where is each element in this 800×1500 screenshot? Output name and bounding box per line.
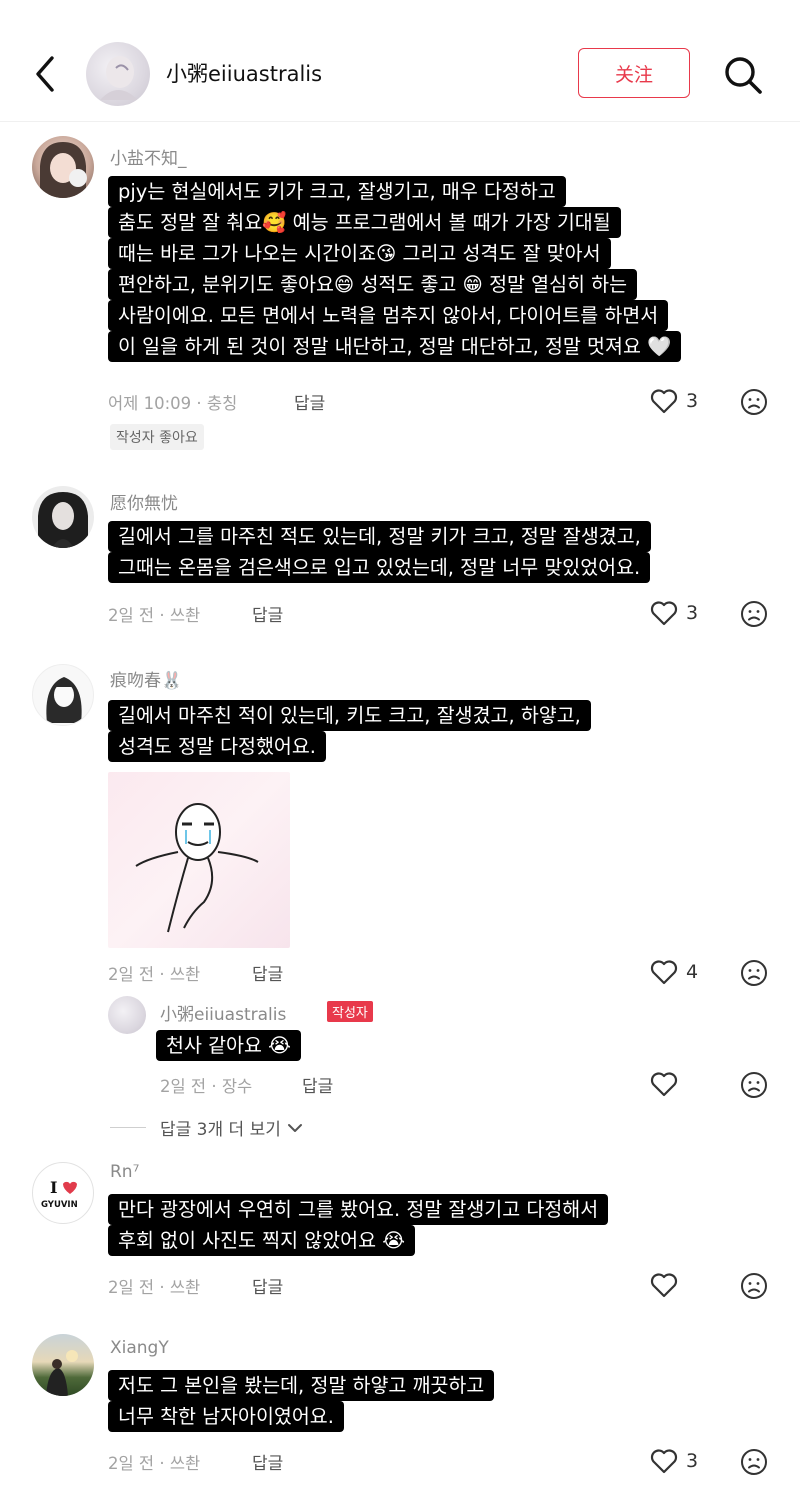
reply-button[interactable]: 답글	[294, 389, 325, 414]
like-button[interactable]	[650, 1272, 678, 1298]
comment-line: 편안하고, 분위기도 좋아요😄 성적도 좋고 😁 정말 열심히 하는	[108, 269, 638, 300]
search-icon	[725, 57, 762, 94]
comment-time: 2일 전 · 쓰촨	[108, 1278, 201, 1297]
comment-text: 만다 광장에서 우연히 그를 봤어요. 정말 잘생기고 다정해서 후회 없이 사…	[108, 1194, 609, 1256]
frown-face-icon	[741, 960, 767, 986]
reply-text: 천사 같아요 😭	[156, 1030, 301, 1061]
like-button[interactable]: 3	[650, 1448, 698, 1474]
top-bar: 小粥eiiuastralis 关注	[0, 0, 800, 122]
sticker-image[interactable]	[108, 772, 290, 948]
comment-line: 길에서 마주친 적이 있는데, 키도 크고, 잘생겼고, 하얗고,	[108, 700, 591, 731]
heart-outline-icon	[650, 1072, 678, 1097]
comment-text: 저도 그 본인을 봤는데, 정말 하얗고 깨끗하고 너무 착한 남자아이였어요.	[108, 1370, 495, 1432]
user-avatar[interactable]: I GYUVIN	[32, 1162, 94, 1224]
like-button[interactable]	[650, 1071, 678, 1097]
reply-username[interactable]: 小粥eiiuastralis	[160, 1000, 286, 1025]
dislike-button[interactable]	[740, 600, 768, 628]
dislike-button[interactable]	[740, 388, 768, 416]
user-avatar[interactable]	[32, 136, 94, 198]
like-button[interactable]: 3	[650, 600, 698, 626]
comment-line: 그때는 온몸을 검은색으로 입고 있었는데, 정말 너무 맞있었어요.	[108, 552, 651, 583]
frown-face-icon	[741, 389, 767, 415]
reply-button[interactable]: 답글	[302, 1072, 333, 1097]
follow-button[interactable]: 关注	[578, 48, 690, 98]
like-count: 3	[686, 1450, 699, 1472]
reply-avatar[interactable]	[108, 996, 146, 1034]
comment-line: 춤도 정말 잘 춰요🥰 예능 프로그램에서 볼 때가 가장 기대될	[108, 207, 621, 238]
comment-line: 저도 그 본인을 봤는데, 정말 하얗고 깨끗하고	[108, 1370, 495, 1401]
comment-line: pjy는 현실에서도 키가 크고, 잘생기고, 매우 다정하고	[108, 176, 566, 207]
search-button[interactable]	[722, 54, 764, 96]
profile-avatar[interactable]	[86, 42, 150, 106]
comment-username[interactable]: 痕吻春🐰	[110, 666, 182, 691]
comment-username[interactable]: 愿你無忧	[110, 489, 178, 514]
user-avatar[interactable]	[32, 664, 94, 726]
more-replies-label: 답글 3개 더 보기	[160, 1120, 281, 1140]
dislike-button[interactable]	[740, 959, 768, 987]
dislike-button[interactable]	[740, 1071, 768, 1099]
chevron-down-icon	[287, 1123, 302, 1132]
heart-outline-icon	[650, 1449, 678, 1474]
user-avatar[interactable]	[32, 1334, 94, 1396]
author-liked-tag: 작성자 좋아요	[110, 424, 204, 450]
comment-line: 이 일을 하게 된 것이 정말 내단하고, 정말 대단하고, 정말 멋져요 🤍	[108, 331, 682, 362]
like-button[interactable]: 4	[650, 959, 698, 985]
comment-time: 2일 전 · 쓰촨	[108, 965, 201, 984]
comment-line: 성격도 정말 다정했어요.	[108, 731, 326, 762]
dislike-button[interactable]	[740, 1448, 768, 1476]
comment-line: 길에서 그를 마주친 적도 있는데, 정말 키가 크고, 정말 잘생겼고,	[108, 521, 651, 552]
like-button[interactable]: 3	[650, 388, 698, 414]
comment-text: pjy는 현실에서도 키가 크고, 잘생기고, 매우 다정하고 춤도 정말 잘 …	[108, 176, 682, 362]
comment-text: 길에서 마주친 적이 있는데, 키도 크고, 잘생겼고, 하얗고, 성격도 정말…	[108, 700, 591, 762]
dislike-button[interactable]	[740, 1272, 768, 1300]
back-button[interactable]	[30, 52, 62, 96]
comment-time: 어제 10:09 · 충칭	[108, 394, 238, 413]
author-badge: 작성자	[327, 1001, 373, 1022]
reply-button[interactable]: 답글	[252, 1273, 283, 1298]
user-avatar[interactable]	[32, 486, 94, 548]
like-count: 3	[686, 390, 699, 412]
comment-username[interactable]: XiangY	[110, 1338, 169, 1358]
comment-time: 2일 전 · 쓰촨	[108, 606, 201, 625]
like-count: 3	[686, 602, 699, 624]
reply-divider	[110, 1127, 146, 1128]
reply-time: 2일 전 · 장수	[160, 1077, 253, 1096]
reply-button[interactable]: 답글	[252, 1449, 283, 1474]
comment-username[interactable]: Rn⁷	[110, 1162, 139, 1182]
comment-line: 사람이에요. 모든 면에서 노력을 멈추지 않아서, 다이어트를 하면서	[108, 300, 669, 331]
heart-outline-icon	[650, 960, 678, 985]
reply-button[interactable]: 답글	[252, 601, 283, 626]
comment-line: 너무 착한 남자아이였어요.	[108, 1401, 344, 1432]
profile-name[interactable]: 小粥eiiuastralis	[166, 58, 322, 88]
more-replies-button[interactable]: 답글 3개 더 보기	[160, 1115, 303, 1140]
comment-line: 후회 없이 사진도 찍지 않았어요 😭	[108, 1225, 415, 1256]
frown-face-icon	[741, 1273, 767, 1299]
like-count: 4	[686, 961, 699, 983]
frown-face-icon	[741, 1072, 767, 1098]
heart-outline-icon	[650, 601, 678, 626]
reply-button[interactable]: 답글	[252, 960, 283, 985]
svg-text:GYUVIN: GYUVIN	[41, 1200, 78, 1210]
comment-line: 만다 광장에서 우연히 그를 봤어요. 정말 잘생기고 다정해서	[108, 1194, 609, 1225]
comment-username[interactable]: 小盐不知_	[110, 144, 187, 169]
frown-face-icon	[741, 601, 767, 627]
comment-time: 2일 전 · 쓰촨	[108, 1454, 201, 1473]
comment-text: 길에서 그를 마주친 적도 있는데, 정말 키가 크고, 정말 잘생겼고, 그때…	[108, 521, 651, 583]
chevron-left-icon	[36, 56, 54, 92]
svg-text:I: I	[50, 1178, 57, 1197]
frown-face-icon	[741, 1449, 767, 1475]
heart-outline-icon	[650, 389, 678, 414]
heart-outline-icon	[650, 1273, 678, 1298]
comment-line: 천사 같아요 😭	[156, 1030, 301, 1061]
comment-line: 때는 바로 그가 나오는 시간이죠😘 그리고 성격도 잘 맞아서	[108, 238, 611, 269]
